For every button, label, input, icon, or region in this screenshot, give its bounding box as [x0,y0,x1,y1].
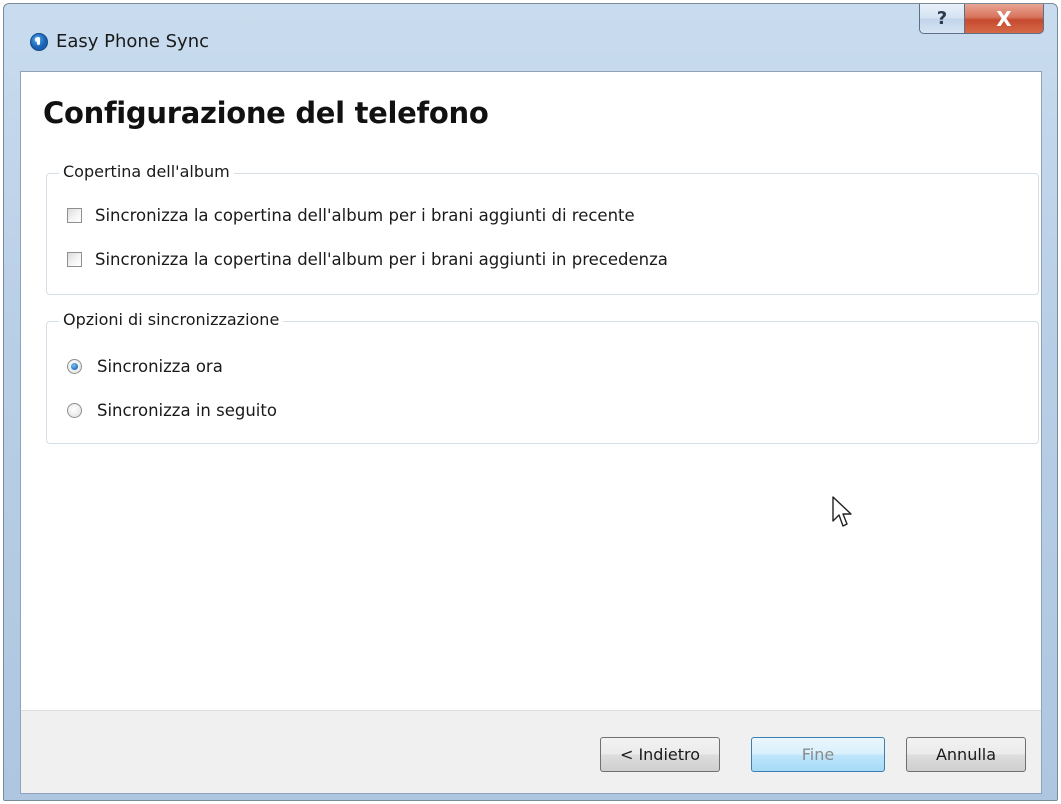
back-button[interactable]: < Indietro [600,737,720,772]
finish-button[interactable]: Fine [751,737,885,772]
sync-recent-album-art-option[interactable]: Sincronizza la copertina dell'album per … [67,206,635,225]
sync-recent-album-art-label: Sincronizza la copertina dell'album per … [95,206,635,225]
close-icon: X [996,6,1012,31]
help-button[interactable]: ? [919,4,965,34]
sync-previous-album-art-label: Sincronizza la copertina dell'album per … [95,250,668,269]
mouse-pointer-icon [832,496,852,527]
help-icon: ? [936,8,948,29]
sync-now-radio[interactable] [67,359,82,374]
close-button[interactable]: X [964,4,1044,34]
sync-later-radio[interactable] [67,403,82,418]
sync-later-label: Sincronizza in seguito [97,401,277,420]
button-bar: < Indietro Fine Annulla [21,710,1041,793]
sync-now-option[interactable]: Sincronizza ora [67,357,223,376]
sync-previous-album-art-checkbox[interactable] [67,252,82,267]
album-art-group-legend: Copertina dell'album [59,162,234,181]
cancel-button[interactable]: Annulla [906,737,1026,772]
title-bar[interactable]: Easy Phone Sync ? X [4,4,1057,74]
sync-now-label: Sincronizza ora [97,357,223,376]
sync-options-group: Opzioni di sincronizzazione Sincronizza … [46,310,1039,444]
sync-later-option[interactable]: Sincronizza in seguito [67,401,277,420]
dialog-window: Easy Phone Sync ? X Configurazione del t… [3,3,1058,801]
sync-previous-album-art-option[interactable]: Sincronizza la copertina dell'album per … [67,250,668,269]
dialog-content: Configurazione del telefono Copertina de… [20,71,1042,794]
sync-options-group-legend: Opzioni di sincronizzazione [59,310,284,329]
sync-recent-album-art-checkbox[interactable] [67,208,82,223]
app-icon [30,33,48,51]
album-art-group: Copertina dell'album Sincronizza la cope… [46,162,1039,295]
page-title: Configurazione del telefono [43,96,489,130]
window-title: Easy Phone Sync [56,31,210,52]
